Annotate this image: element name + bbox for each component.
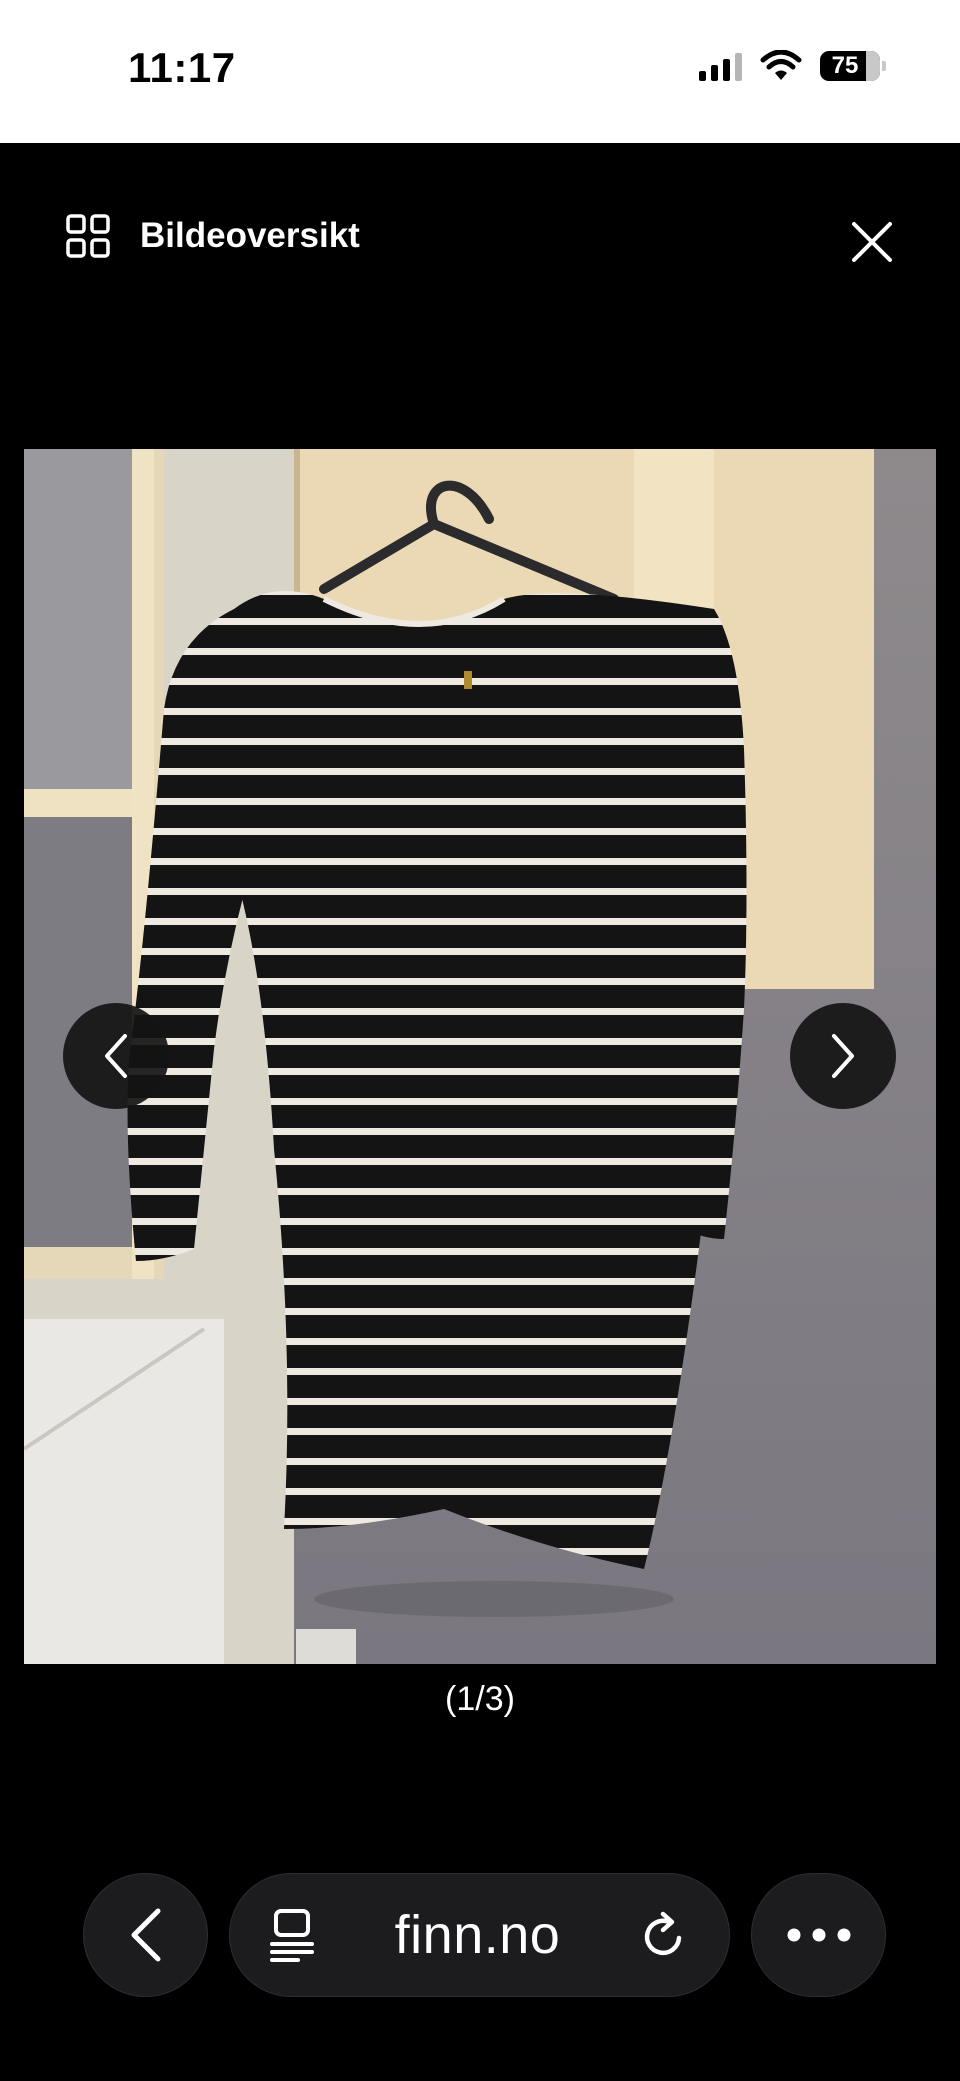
- reload-icon[interactable]: [639, 1908, 689, 1962]
- wifi-icon: [760, 50, 802, 80]
- previous-image-button[interactable]: [63, 1003, 169, 1109]
- status-bar: 11:17 75: [0, 0, 960, 143]
- image-overview-button[interactable]: Bildeoversikt: [66, 214, 360, 258]
- chevron-left-icon: [131, 1908, 160, 1962]
- chevron-right-icon: [832, 1034, 854, 1078]
- battery-level: 75: [831, 52, 859, 79]
- ellipsis-icon: [787, 1928, 850, 1942]
- status-icons: 75: [699, 50, 886, 82]
- status-time: 11:17: [128, 44, 236, 91]
- reader-mode-icon[interactable]: [268, 1908, 316, 1962]
- image-overview-label: Bildeoversikt: [140, 216, 360, 255]
- url-text: finn.no: [394, 1905, 561, 1965]
- battery-icon: 75: [820, 51, 886, 81]
- chevron-left-icon: [105, 1034, 127, 1078]
- browser-back-button[interactable]: [83, 1873, 208, 1997]
- more-options-button[interactable]: [751, 1873, 886, 1997]
- image-counter: (1/3): [445, 1680, 515, 1718]
- close-button[interactable]: [848, 218, 896, 266]
- address-bar[interactable]: finn.no: [229, 1873, 730, 1997]
- cellular-signal-icon: [699, 51, 742, 81]
- next-image-button[interactable]: [790, 1003, 896, 1109]
- close-icon: [852, 222, 892, 262]
- grid-icon: [66, 214, 110, 258]
